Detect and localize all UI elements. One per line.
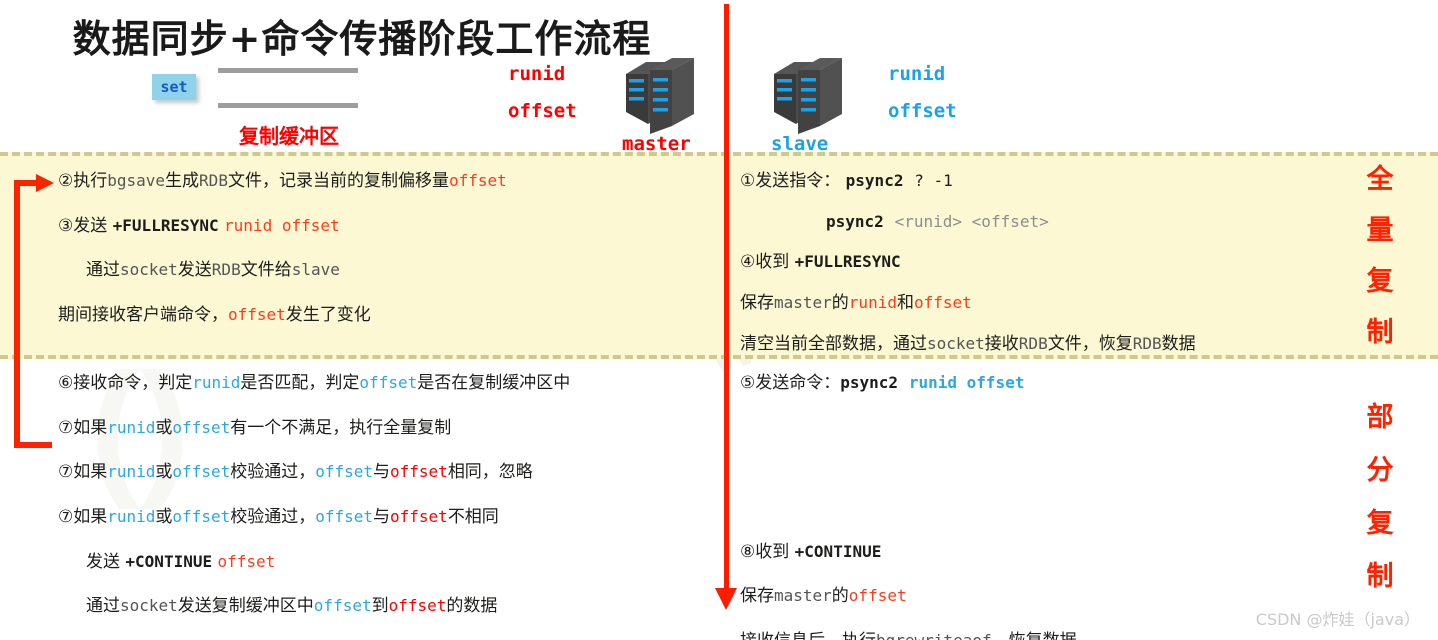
slave-label: slave bbox=[771, 133, 829, 155]
diagram-canvas: 黑马 www.itheima.com 程序员 TM () 数据同步+命令传播阶段… bbox=[0, 0, 1438, 640]
step-5: ⑤发送命令：psync2 runid offset bbox=[740, 373, 1025, 393]
page-title: 数据同步+命令传播阶段工作流程 bbox=[72, 17, 652, 61]
slave-partial-replication-steps: ⑤发送命令：psync2 runid offset ⑧收到 +CONTINUE … bbox=[740, 374, 1077, 640]
master-server-icon bbox=[620, 52, 698, 138]
step-4-sub2: 清空当前全部数据，通过socket接收RDB文件，恢复RDB数据 bbox=[740, 333, 1196, 354]
set-command-chip: set bbox=[152, 74, 196, 100]
step-3-sub: 通过socket发送RDB文件给slave bbox=[86, 260, 340, 281]
phase-label-full-replication: 全 量 复 制 bbox=[1366, 164, 1394, 348]
slave-runid-label: runid bbox=[888, 63, 946, 85]
master-label: master bbox=[622, 133, 691, 155]
step-2: ②执行bgsave生成RDB文件，记录当前的复制偏移量offset bbox=[58, 171, 507, 191]
step-7c-sub2: 通过socket发送复制缓冲区中offset到offset的数据 bbox=[86, 596, 498, 617]
center-down-arrow-icon bbox=[715, 588, 737, 610]
step-4: ④收到 +FULLRESYNC bbox=[740, 252, 901, 273]
step-1-sub: psync2 <runid> <offset> bbox=[826, 211, 1049, 231]
feedback-arrow-head-icon bbox=[36, 174, 54, 192]
step-4-sub1: 保存master的runid和offset bbox=[740, 293, 972, 314]
step-8-sub2: 接收信息后，执行bgrewriteaof，恢复数据 bbox=[740, 632, 1077, 640]
master-full-replication-steps: ②执行bgsave生成RDB文件，记录当前的复制偏移量offset ③发送 +F… bbox=[58, 172, 507, 351]
step-8: ⑧收到 +CONTINUE bbox=[740, 541, 882, 562]
slave-full-replication-steps: ①发送指令： psync2 ? -1 psync2 <runid> <offse… bbox=[740, 172, 1196, 375]
step-interim-note: 期间接收客户端命令，offset发生了变化 bbox=[58, 305, 371, 326]
feedback-arrow-top bbox=[14, 180, 38, 186]
step-6: ⑥接收命令，判定runid是否匹配，判定offset是否在复制缓冲区中 bbox=[58, 373, 571, 393]
master-offset-label: offset bbox=[508, 100, 577, 122]
csdn-watermark: CSDN @炸娃（java） bbox=[1255, 610, 1420, 629]
buffer-line-bottom bbox=[218, 103, 358, 108]
center-divider-line bbox=[724, 4, 729, 592]
step-1: ①发送指令： psync2 ? -1 bbox=[740, 171, 953, 191]
step-7c-sub1: 发送 +CONTINUE offset bbox=[86, 551, 276, 572]
phase-label-partial-replication: 部 分 复 制 bbox=[1366, 402, 1394, 592]
master-runid-label: runid bbox=[508, 63, 566, 85]
replication-buffer-label: 复制缓冲区 bbox=[239, 124, 339, 148]
slave-server-icon bbox=[768, 52, 846, 138]
step-3: ③发送 +FULLRESYNC runid offset bbox=[58, 215, 340, 236]
feedback-arrow-bottom bbox=[14, 442, 52, 448]
feedback-arrow-vertical bbox=[14, 180, 20, 448]
slave-offset-label: offset bbox=[888, 100, 957, 122]
step-7c: ⑦如果runid或offset校验通过，offset与offset不相同 bbox=[58, 507, 499, 528]
step-7a: ⑦如果runid或offset有一个不满足，执行全量复制 bbox=[58, 417, 452, 438]
buffer-line-top bbox=[218, 68, 358, 73]
step-7b: ⑦如果runid或offset校验通过，offset与offset相同，忽略 bbox=[58, 462, 533, 483]
master-partial-replication-steps: ⑥接收命令，判定runid是否匹配，判定offset是否在复制缓冲区中 ⑦如果r… bbox=[58, 374, 570, 640]
step-8-sub1: 保存master的offset bbox=[740, 586, 907, 607]
